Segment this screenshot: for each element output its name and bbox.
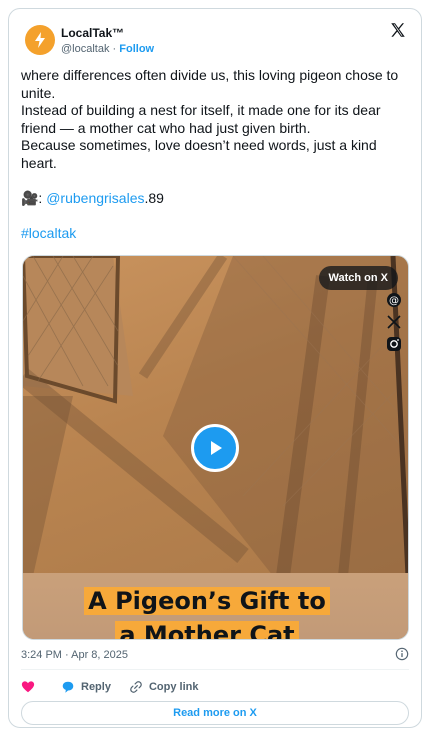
copy-link-button[interactable]: Copy link <box>129 680 199 694</box>
embedded-post-card: LocalTak™ @localtak · Follow where diffe… <box>8 8 422 728</box>
post-timestamp[interactable]: 3:24 PM · Apr 8, 2025 <box>21 647 128 663</box>
credit-suffix: .89 <box>144 189 164 206</box>
camera-icon-text: 🎥: <box>21 189 47 206</box>
caption-line: A Pigeon’s Gift to <box>84 587 330 615</box>
author-handle[interactable]: @localtak <box>61 43 109 55</box>
post-text: where differences often divide us, this … <box>21 67 413 242</box>
heart-icon <box>21 681 35 693</box>
reply-bubble-icon <box>62 681 74 693</box>
svg-text:@: @ <box>389 296 399 307</box>
like-button[interactable] <box>21 680 41 694</box>
action-bar: Reply Copy link <box>21 677 216 697</box>
instagram-icon <box>386 336 402 352</box>
info-icon[interactable] <box>395 647 409 661</box>
x-icon <box>386 314 402 330</box>
post-line: where differences often divide us, this … <box>21 67 399 101</box>
video-caption: A Pigeon’s Gift to a Mother Cat <box>83 584 331 639</box>
reply-label: Reply <box>81 681 111 693</box>
post-line: Because sometimes, love doesn’t need wor… <box>21 137 377 171</box>
separator-dot: · <box>112 43 117 55</box>
post-line: Instead of building a nest for itself, i… <box>21 102 381 136</box>
x-logo-icon[interactable] <box>389 21 407 39</box>
author-block: LocalTak™ @localtak · Follow <box>61 25 154 57</box>
app-overlay-icons: @ <box>386 292 402 352</box>
link-icon <box>130 681 142 693</box>
author-name[interactable]: LocalTak™ <box>61 25 154 41</box>
reply-button[interactable]: Reply <box>61 680 111 694</box>
hashtag-link[interactable]: #localtak <box>21 225 76 241</box>
follow-button[interactable]: Follow <box>119 43 154 55</box>
copy-link-label: Copy link <box>148 681 199 693</box>
author-subline: @localtak · Follow <box>61 41 154 57</box>
credit-mention-link[interactable]: @rubengrisales <box>46 190 144 206</box>
read-more-button[interactable]: Read more on X <box>21 701 409 725</box>
video-player[interactable]: Watch on X @ A Pigeon’s Gift to a Mother… <box>22 255 409 640</box>
avatar[interactable] <box>25 25 55 55</box>
play-button[interactable] <box>191 424 239 472</box>
caption-line: a Mother Cat <box>115 621 299 639</box>
play-icon <box>211 441 222 455</box>
lightning-logo-icon <box>35 32 45 48</box>
threads-icon: @ <box>386 292 402 308</box>
video-credit: 🎥: @rubengrisales.89 <box>21 190 413 208</box>
watch-on-x-button[interactable]: Watch on X <box>318 266 398 290</box>
divider <box>21 669 409 670</box>
